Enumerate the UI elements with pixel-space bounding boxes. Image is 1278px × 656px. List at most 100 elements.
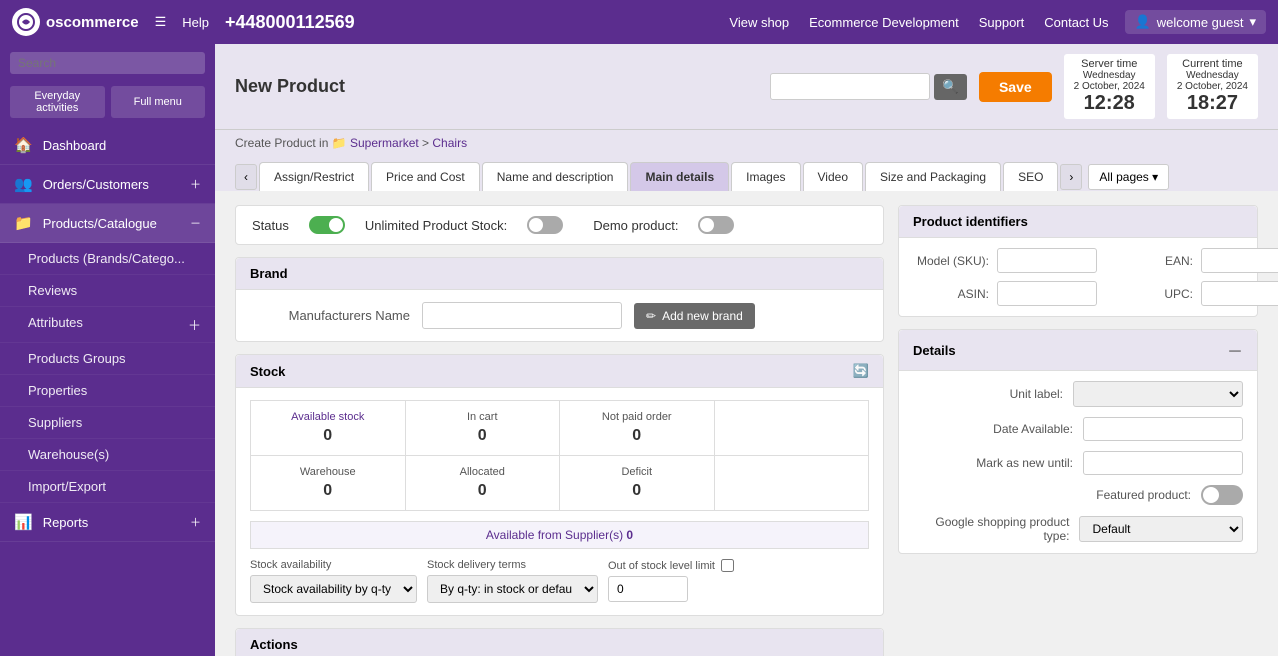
- product-search: 🔍: [770, 73, 967, 100]
- google-type-label: Google shopping product type:: [913, 515, 1069, 543]
- menu-toggle-icon[interactable]: ☰: [155, 14, 167, 30]
- brand-body: Manufacturers Name ✏ Add new brand: [236, 290, 883, 341]
- mark-new-label: Mark as new until:: [976, 456, 1073, 470]
- sku-row: Model (SKU):: [909, 248, 1097, 273]
- sidebar-item-products-brands[interactable]: Products (Brands/Catego...: [0, 243, 215, 275]
- demo-product-toggle[interactable]: [698, 216, 734, 234]
- logo[interactable]: oscommerce: [12, 8, 139, 36]
- empty-cell2: [715, 456, 869, 510]
- oos-input[interactable]: [608, 576, 688, 602]
- tab-size-packaging[interactable]: Size and Packaging: [865, 162, 1001, 191]
- sidebar: Everyday activities Full menu 🏠 Dashboar…: [0, 44, 215, 656]
- deficit-label: Deficit: [570, 466, 704, 478]
- sidebar-item-dashboard[interactable]: 🏠 Dashboard: [0, 126, 215, 165]
- incart-cell: In cart 0: [406, 401, 560, 455]
- support-link[interactable]: Support: [979, 15, 1025, 30]
- help-link[interactable]: Help: [182, 15, 209, 30]
- sidebar-item-attributes[interactable]: Attributes＋: [0, 307, 215, 343]
- logo-icon: [12, 8, 40, 36]
- breadcrumb-chairs-link[interactable]: Chairs: [432, 136, 467, 150]
- featured-toggle[interactable]: [1201, 485, 1243, 505]
- tab-main-details[interactable]: Main details: [630, 162, 729, 191]
- upc-input[interactable]: [1201, 281, 1278, 306]
- viewshop-link[interactable]: View shop: [729, 15, 789, 30]
- featured-label: Featured product:: [1096, 488, 1191, 502]
- add-brand-button[interactable]: ✏ Add new brand: [634, 303, 755, 329]
- oos-checkbox[interactable]: [721, 559, 734, 572]
- stock-section: Stock 🔄 Available stock 0 In cart 0: [235, 354, 884, 616]
- sidebar-item-reviews[interactable]: Reviews: [0, 275, 215, 307]
- allocated-cell: Allocated 0: [406, 456, 560, 510]
- sku-input[interactable]: [997, 248, 1097, 273]
- sidebar-item-products-catalogue[interactable]: 📁 Products/Catalogue －: [0, 204, 215, 243]
- sidebar-item-import-export[interactable]: Import/Export: [0, 471, 215, 503]
- unit-label-row: Unit label:: [913, 381, 1243, 407]
- product-search-input[interactable]: [770, 73, 930, 100]
- search-input[interactable]: [10, 52, 205, 74]
- sidebar-item-reports[interactable]: 📊 Reports ＋: [0, 503, 215, 542]
- user-avatar-icon: 👤: [1135, 14, 1151, 30]
- mfr-name-input[interactable]: [422, 302, 622, 329]
- asin-row: ASIN:: [909, 281, 1097, 306]
- status-toggle[interactable]: [309, 216, 345, 234]
- server-time-label: Server time: [1074, 58, 1145, 70]
- refresh-icon[interactable]: 🔄: [853, 363, 869, 379]
- google-type-select[interactable]: Default: [1079, 516, 1243, 542]
- full-menu-button[interactable]: Full menu: [111, 86, 206, 118]
- tab-name-description[interactable]: Name and description: [482, 162, 629, 191]
- tab-seo[interactable]: SEO: [1003, 162, 1058, 191]
- save-button[interactable]: Save: [979, 72, 1052, 102]
- sidebar-item-suppliers[interactable]: Suppliers: [0, 407, 215, 439]
- stock-delivery-group: Stock delivery terms By q-ty: in stock o…: [427, 559, 598, 603]
- identifiers-grid: Model (SKU): EAN: ASIN: UPC:: [899, 238, 1257, 316]
- tab-prev-button[interactable]: ‹: [235, 164, 257, 190]
- phone-number: +448000112569: [225, 12, 355, 33]
- allocated-label: Allocated: [416, 466, 550, 478]
- date-available-input[interactable]: [1083, 417, 1243, 441]
- stock-availability-select[interactable]: Stock availability by q-ty: [250, 575, 417, 603]
- sidebar-item-orders-customers[interactable]: 👥 Orders/Customers ＋: [0, 165, 215, 204]
- tab-next-button[interactable]: ›: [1060, 164, 1082, 190]
- available-value: 0: [261, 427, 395, 445]
- sidebar-item-label: Reports: [43, 515, 89, 530]
- stock-delivery-select[interactable]: By q-ty: in stock or defau: [427, 575, 598, 603]
- all-pages-label: All pages ▾: [1099, 170, 1158, 184]
- user-info[interactable]: 👤 welcome guest ▾: [1125, 10, 1266, 34]
- details-collapse-button[interactable]: －: [1227, 338, 1243, 362]
- stock-availability-row: Stock availability Stock availability by…: [250, 559, 869, 603]
- featured-row: Featured product:: [913, 485, 1243, 505]
- breadcrumb-supermarket-link[interactable]: Supermarket: [350, 136, 419, 150]
- ecommerce-link[interactable]: Ecommerce Development: [809, 15, 959, 30]
- sidebar-search-area: [0, 44, 215, 82]
- mark-new-input[interactable]: [1083, 451, 1243, 475]
- details-title: Details: [913, 343, 956, 358]
- breadcrumb-text: Create Product in: [235, 136, 328, 150]
- deficit-value: 0: [570, 482, 704, 500]
- unlimited-stock-toggle[interactable]: [527, 216, 563, 234]
- ean-input[interactable]: [1201, 248, 1278, 273]
- collapse-icon: －: [190, 215, 201, 231]
- details-header: Details －: [899, 330, 1257, 371]
- unit-label-select[interactable]: [1073, 381, 1243, 407]
- sidebar-item-warehouses[interactable]: Warehouse(s): [0, 439, 215, 471]
- current-date: Wednesday2 October, 2024: [1177, 70, 1248, 92]
- sidebar-item-label: Products/Catalogue: [43, 216, 157, 231]
- sidebar-item-properties[interactable]: Properties: [0, 375, 215, 407]
- tab-assign-restrict[interactable]: Assign/Restrict: [259, 162, 369, 191]
- unit-label-field-label: Unit label:: [1010, 387, 1063, 401]
- tab-images[interactable]: Images: [731, 162, 800, 191]
- everyday-activities-button[interactable]: Everyday activities: [10, 86, 105, 118]
- current-clock: 18:27: [1177, 92, 1248, 115]
- form-left: Status Unlimited Product Stock: Demo pro…: [235, 205, 884, 642]
- notpaid-value: 0: [570, 427, 704, 445]
- header-right: 🔍 Save Server time Wednesday2 October, 2…: [770, 54, 1258, 119]
- tab-bar: ‹ Assign/Restrict Price and Cost Name an…: [215, 156, 1278, 191]
- asin-input[interactable]: [997, 281, 1097, 306]
- sidebar-item-products-groups[interactable]: Products Groups: [0, 343, 215, 375]
- supplier-availability-row: Available from Supplier(s) 0: [250, 521, 869, 549]
- tab-video[interactable]: Video: [803, 162, 863, 191]
- contact-link[interactable]: Contact Us: [1044, 15, 1108, 30]
- all-pages-dropdown[interactable]: All pages ▾: [1088, 164, 1169, 190]
- tab-price-cost[interactable]: Price and Cost: [371, 162, 480, 191]
- product-search-button[interactable]: 🔍: [934, 74, 967, 100]
